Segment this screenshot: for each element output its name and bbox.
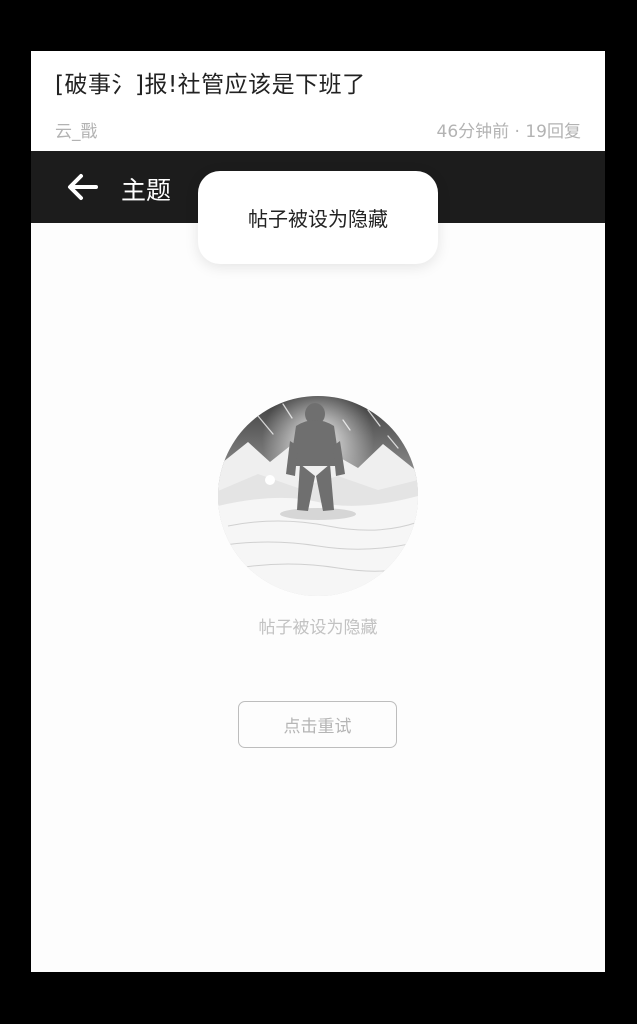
post-meta: 46分钟前 · 19回复 xyxy=(436,122,581,142)
arrow-left-icon xyxy=(68,174,98,200)
retry-button[interactable]: 点击重试 xyxy=(238,701,397,748)
empty-state-message: 帖子被设为隐藏 xyxy=(258,618,378,638)
toast-message: 帖子被设为隐藏 xyxy=(198,171,438,264)
post-header: [破事氵]报!社管应该是下班了 云_戬 46分钟前 · 19回复 xyxy=(31,51,605,151)
page-title: 主题 xyxy=(121,176,172,205)
retry-button-label: 点击重试 xyxy=(283,717,352,737)
toast-text: 帖子被设为隐藏 xyxy=(248,207,388,231)
back-button[interactable] xyxy=(65,171,101,203)
empty-state-illustration xyxy=(218,396,418,596)
app-screen: [破事氵]报!社管应该是下班了 云_戬 46分钟前 · 19回复 主题 帖子被设… xyxy=(31,51,605,972)
post-title[interactable]: [破事氵]报!社管应该是下班了 xyxy=(55,65,366,99)
post-author[interactable]: 云_戬 xyxy=(55,117,98,142)
